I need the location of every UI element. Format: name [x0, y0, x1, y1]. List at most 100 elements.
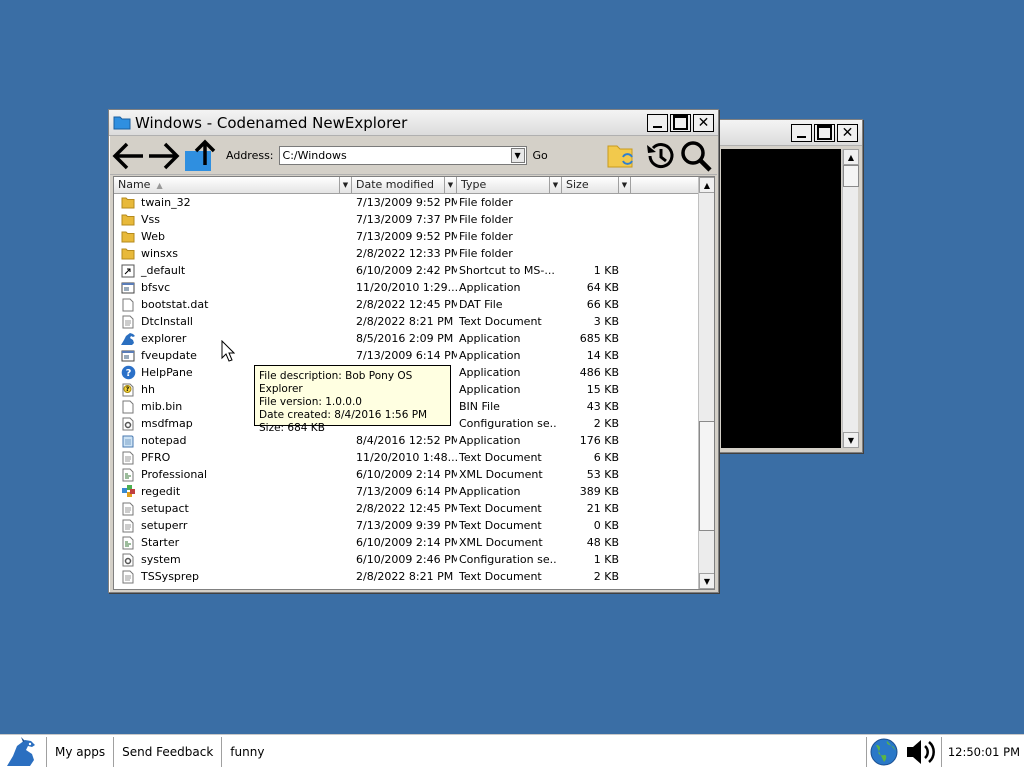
explorer-titlebar[interactable]: Windows - Codenamed NewExplorer ✕: [109, 110, 718, 136]
file-size: 6 KB: [593, 451, 619, 464]
file-name: _default: [141, 264, 186, 277]
search-button[interactable]: [678, 138, 714, 174]
config-icon: [120, 552, 136, 568]
column-size-dropdown[interactable]: ▼: [618, 177, 630, 193]
scroll-thumb[interactable]: [699, 421, 714, 531]
folder-icon: [113, 115, 131, 130]
globe-icon: [870, 738, 898, 765]
file-row[interactable]: TSSysprep 2/8/2022 8:21 PM Text Document 2 …: [114, 568, 700, 585]
scroll-up-button[interactable]: ▲: [699, 177, 714, 193]
back-button[interactable]: [110, 138, 146, 174]
file-size: 43 KB: [586, 400, 619, 413]
close-button[interactable]: ✕: [693, 113, 714, 132]
volume-button[interactable]: [901, 737, 941, 767]
address-dropdown-button[interactable]: ▼: [510, 148, 525, 163]
file-icon: [120, 297, 136, 313]
tooltip-description: File description: Bob Pony OS Explorer: [259, 370, 413, 395]
file-size: 2 KB: [593, 570, 619, 583]
file-row[interactable]: PFRO 11/20/2010 1:48... Text Document 6 KB: [114, 449, 700, 466]
file-size: 486 KB: [579, 366, 619, 379]
file-name: notepad: [141, 434, 187, 447]
column-type[interactable]: Type ▼: [457, 177, 562, 194]
background-window-scrollbar[interactable]: ▲ ▼: [842, 149, 859, 448]
file-date: 7/13/2009 6:14 PM: [356, 349, 457, 362]
taskbar-funny[interactable]: funny: [222, 745, 272, 759]
scroll-thumb[interactable]: [843, 165, 859, 187]
go-button[interactable]: Go: [533, 149, 548, 162]
file-row[interactable]: twain_32 7/13/2009 9:52 PM File folder: [114, 194, 700, 211]
file-type: Text Document: [459, 451, 542, 464]
file-row[interactable]: fveupdate 7/13/2009 6:14 PM Application 14 …: [114, 347, 700, 364]
file-type: File folder: [459, 196, 513, 209]
clock[interactable]: 12:50:01 PM: [942, 745, 1024, 759]
up-folder-button[interactable]: [182, 138, 218, 174]
file-row[interactable]: Web 7/13/2009 9:52 PM File folder: [114, 228, 700, 245]
file-row[interactable]: Vss 7/13/2009 7:37 PM File folder: [114, 211, 700, 228]
file-row[interactable]: regedit 7/13/2009 6:14 PM Application 389 K…: [114, 483, 700, 500]
history-button[interactable]: [642, 138, 678, 174]
file-type: XML Document: [459, 536, 543, 549]
up-folder-icon: [185, 139, 216, 171]
file-row[interactable]: DtcInstall 2/8/2022 8:21 PM Text Document 3…: [114, 313, 700, 330]
column-date-dropdown[interactable]: ▼: [444, 177, 456, 193]
arrow-right-icon: [149, 142, 180, 169]
file-type: Text Document: [459, 315, 542, 328]
speaker-icon: [906, 739, 935, 764]
scroll-down-button[interactable]: ▼: [699, 573, 714, 589]
column-date[interactable]: Date modified ▼: [352, 177, 457, 194]
folder-sync-button[interactable]: [604, 139, 638, 173]
column-name-dropdown[interactable]: ▼: [339, 177, 351, 193]
file-row[interactable]: system 6/10/2009 2:46 PM Configuration se.…: [114, 551, 700, 568]
explorer-window[interactable]: Windows - Codenamed NewExplorer ✕ Addres…: [108, 109, 719, 593]
scroll-up-button[interactable]: ▲: [843, 149, 859, 165]
minimize-button[interactable]: [791, 123, 812, 142]
column-name[interactable]: Name ▲ ▼: [114, 177, 352, 194]
folder-icon: [120, 212, 136, 228]
file-type: Text Document: [459, 519, 542, 532]
file-row[interactable]: setuperr 7/13/2009 9:39 PM Text Document 0 …: [114, 517, 700, 534]
file-tooltip: File description: Bob Pony OS Explorer F…: [254, 365, 451, 434]
file-row[interactable]: winsxs 2/8/2022 12:33 PM File folder: [114, 245, 700, 262]
application-icon: [120, 348, 136, 364]
column-size[interactable]: Size ▼: [562, 177, 631, 194]
address-input[interactable]: C:/Windows ▼: [278, 146, 527, 165]
background-window-titlebar[interactable]: ✕: [717, 120, 862, 146]
file-type: Application: [459, 349, 521, 362]
file-name: system: [141, 553, 181, 566]
close-button[interactable]: ✕: [837, 123, 858, 142]
console-area[interactable]: [721, 149, 841, 448]
file-row[interactable]: Starter 6/10/2009 2:14 PM XML Document 48 K…: [114, 534, 700, 551]
taskbar: My apps Send Feedback funny 12:50:01 PM: [0, 734, 1024, 768]
help-icon: ?: [120, 365, 136, 381]
start-button[interactable]: [0, 735, 46, 768]
background-window[interactable]: ✕ ▲ ▼: [716, 119, 863, 453]
file-size: 66 KB: [586, 298, 619, 311]
maximize-button[interactable]: [814, 123, 835, 142]
forward-button[interactable]: [146, 138, 182, 174]
file-row[interactable]: _default 6/10/2009 2:42 PM Shortcut to MS-…: [114, 262, 700, 279]
file-size: 176 KB: [579, 434, 619, 447]
minimize-button[interactable]: [647, 113, 668, 132]
column-type-dropdown[interactable]: ▼: [549, 177, 561, 193]
file-row[interactable]: setupact 2/8/2022 12:45 PM Text Document 21…: [114, 500, 700, 517]
file-row[interactable]: bfsvc 11/20/2010 1:29... Application 64 KB: [114, 279, 700, 296]
explorer-toolbar: Address: C:/Windows ▼ Go: [110, 137, 717, 175]
file-list-scrollbar[interactable]: ▲ ▼: [698, 177, 714, 589]
scroll-down-button[interactable]: ▼: [843, 432, 859, 448]
file-type: File folder: [459, 247, 513, 260]
file-date: 6/10/2009 2:14 PM: [356, 536, 457, 549]
file-date: 7/13/2009 7:37 PM: [356, 213, 457, 226]
taskbar-my-apps[interactable]: My apps: [47, 745, 113, 759]
file-type: Shortcut to MS-...: [459, 264, 555, 277]
network-globe-button[interactable]: [867, 737, 901, 767]
maximize-button[interactable]: [670, 113, 691, 132]
folder-icon: [120, 195, 136, 211]
file-row[interactable]: explorer 8/5/2016 2:09 PM Application 685 K…: [114, 330, 700, 347]
file-row[interactable]: bootstat.dat 2/8/2022 12:45 PM DAT File 66 …: [114, 296, 700, 313]
file-size: 15 KB: [586, 383, 619, 396]
taskbar-send-feedback[interactable]: Send Feedback: [114, 745, 221, 759]
column-header: Name ▲ ▼ Date modified ▼ Type ▼ Size ▼: [114, 177, 700, 194]
sort-up-icon: ▲: [156, 181, 163, 190]
file-size: 685 KB: [579, 332, 619, 345]
file-row[interactable]: Professional 6/10/2009 2:14 PM XML Documen…: [114, 466, 700, 483]
